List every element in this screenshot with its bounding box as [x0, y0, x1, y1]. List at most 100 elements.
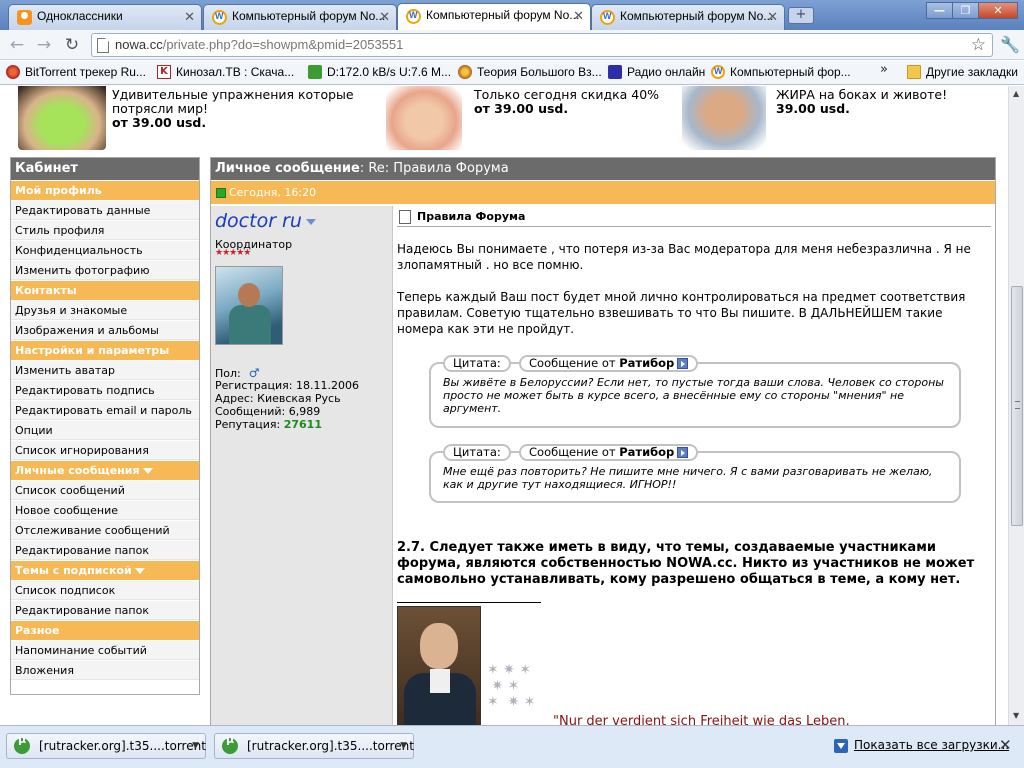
page-icon	[97, 38, 109, 53]
private-message: Личное сообщение: Re: Правила Форума Сег…	[210, 157, 996, 725]
scrollbar-thumb[interactable]	[1011, 286, 1023, 526]
author-reputation: Репутация: 27611	[215, 418, 322, 431]
bookmark-bittorrent[interactable]: BitTorrent трекер Ru...	[6, 64, 146, 80]
scroll-up-arrow-icon[interactable]: ▲	[1013, 89, 1019, 98]
url-path: /private.php?do=showpm&pmid=2053551	[162, 37, 404, 52]
other-bookmarks[interactable]: Другие закладки	[907, 64, 1018, 80]
scroll-down-arrow-icon[interactable]: ▼	[1013, 711, 1019, 720]
quote-from-prefix: Сообщение от	[529, 445, 616, 459]
download-item[interactable]: [rutracker.org].t35....torrent ▼	[6, 733, 206, 759]
sidebar-item-attachments[interactable]: Вложения	[11, 660, 199, 680]
minimize-button[interactable]: —	[926, 2, 953, 19]
ad-block-3[interactable]: ЖИРА на боках и животе! 39.00 usd.	[776, 88, 976, 152]
download-item[interactable]: [rutracker.org].t35....torrent ▼	[214, 733, 414, 759]
sidebar-item-privacy[interactable]: Конфиденциальность	[11, 240, 199, 260]
ad-image-3[interactable]	[682, 86, 766, 150]
vertical-scrollbar[interactable]: ▲ ▼	[1008, 86, 1024, 725]
bookmark-tbbt[interactable]: Теория Большого Вз...	[458, 64, 602, 80]
bookmark-label: Компьютерный фор...	[730, 65, 851, 79]
tab-close-icon[interactable]: ✕	[573, 5, 584, 27]
bookmark-kinozal[interactable]: K Кинозал.ТВ : Скача...	[157, 64, 294, 80]
document-icon	[399, 210, 411, 224]
sidebar-section-subscriptions[interactable]: Темы с подпиской	[11, 560, 199, 580]
sidebar-item-subscription-list[interactable]: Список подписок	[11, 580, 199, 600]
chevron-down-icon[interactable]: ▼	[192, 734, 199, 758]
quote-label: Цитата:	[443, 355, 511, 372]
section-label: Настройки и параметры	[15, 344, 170, 357]
sidebar-item-edit-data[interactable]: Редактировать данные	[11, 200, 199, 220]
tab-forum-active[interactable]: Компьютерный форум No... ✕	[397, 3, 591, 31]
sidebar-item-friends[interactable]: Друзья и знакомые	[11, 300, 199, 320]
ad-block-2[interactable]: Только сегодня скидка 40% от 39.00 usd.	[474, 88, 674, 152]
reputation-value: 27611	[283, 418, 322, 431]
sidebar-section-pm[interactable]: Личные сообщения	[11, 460, 199, 480]
sidebar-item-new-message[interactable]: Новое сообщение	[11, 500, 199, 520]
sidebar-item-profile-style[interactable]: Стиль профиля	[11, 220, 199, 240]
author-name-text: doctor ru	[215, 210, 302, 232]
tab-forum-3[interactable]: Компьютерный форум No... ✕	[591, 4, 785, 30]
bookmarks-overflow-chevron-icon[interactable]: »	[880, 62, 888, 77]
maximize-button[interactable]: ❐	[952, 2, 979, 19]
collapse-triangle-icon[interactable]	[134, 568, 145, 574]
author-name[interactable]: doctor ru	[215, 210, 316, 232]
back-arrow-icon[interactable]: ←	[6, 35, 28, 55]
collapse-triangle-icon[interactable]	[142, 468, 153, 474]
sidebar-section-settings[interactable]: Настройки и параметры	[11, 340, 199, 360]
bookmark-utorrent[interactable]: D:172.0 kB/s U:7.6 M...	[308, 64, 451, 80]
reload-icon[interactable]: ↻	[61, 35, 83, 55]
view-post-arrow-icon[interactable]	[677, 447, 689, 458]
tab-forum-1[interactable]: Компьютерный форум No... ✕	[203, 4, 397, 30]
user-menu-triangle-icon[interactable]	[305, 218, 316, 225]
author-avatar	[215, 266, 283, 345]
sidebar-item-options[interactable]: Опции	[11, 420, 199, 440]
show-all-downloads-link[interactable]: Показать все загрузки...	[834, 738, 1009, 753]
sidebar-item-edit-folders[interactable]: Редактирование папок	[11, 540, 199, 560]
sidebar-item-edit-signature[interactable]: Редактировать подпись	[11, 380, 199, 400]
sidebar-section-contacts[interactable]: Контакты	[11, 280, 199, 300]
forward-arrow-icon[interactable]: →	[33, 35, 55, 55]
ad-price: от 39.00 usd.	[474, 101, 569, 116]
sidebar-item-ignore-list[interactable]: Список игнорирования	[11, 440, 199, 460]
view-post-arrow-icon[interactable]	[677, 358, 689, 369]
chevron-down-icon[interactable]: ▼	[400, 734, 407, 758]
sidebar-item-edit-email[interactable]: Редактировать email и пароль	[11, 400, 199, 420]
sidebar-item-albums[interactable]: Изображения и альбомы	[11, 320, 199, 340]
kinozal-icon: K	[157, 65, 171, 79]
ad-image-1[interactable]	[18, 86, 106, 150]
ad-block-1[interactable]: Удивительные упражнения которые потрясли…	[112, 88, 372, 152]
tab-close-icon[interactable]: ✕	[379, 6, 390, 28]
bookmark-star-icon[interactable]: ☆	[971, 35, 986, 55]
close-downloads-bar-icon[interactable]: ✕	[999, 736, 1012, 754]
sidebar-item-change-photo[interactable]: Изменить фотографию	[11, 260, 199, 280]
section-label: Темы с подпиской	[15, 564, 132, 577]
bookmarks-bar: BitTorrent трекер Ru... K Кинозал.ТВ : С…	[0, 61, 1024, 85]
sidebar-item-track-messages[interactable]: Отслеживание сообщений	[11, 520, 199, 540]
sidebar-item-edit-sub-folders[interactable]: Редактирование папок	[11, 600, 199, 620]
tab-close-icon[interactable]: ✕	[767, 6, 778, 28]
odnoklassniki-icon	[17, 10, 32, 25]
bookmark-forum[interactable]: Компьютерный фор...	[711, 64, 851, 80]
bittorrent-icon	[6, 65, 20, 79]
quote-text: Вы живёте в Белоруссии? Если нет, то пус…	[443, 376, 944, 415]
wrench-icon[interactable]: 🔧	[1000, 35, 1020, 54]
sidebar-section-misc[interactable]: Разное	[11, 620, 199, 640]
ad-image-2[interactable]	[386, 86, 462, 150]
sidebar-item-message-list[interactable]: Список сообщений	[11, 480, 199, 500]
sidebar-section-profile[interactable]: Мой профиль	[11, 180, 199, 200]
download-icon	[834, 739, 848, 753]
author-gender: Пол: ♂	[215, 366, 260, 380]
sidebar-item-change-avatar[interactable]: Изменить аватар	[11, 360, 199, 380]
tab-close-icon[interactable]: ✕	[184, 6, 195, 28]
section-label: Контакты	[15, 284, 77, 297]
new-tab-button[interactable]: +	[788, 7, 814, 24]
bookmark-label: Радио онлайн	[627, 65, 706, 79]
address-bar[interactable]: nowa.cc/private.php?do=showpm&pmid=20535…	[91, 33, 993, 57]
bookmark-radio[interactable]: Радио онлайн	[608, 64, 705, 80]
ad-text: Удивительные упражнения которые	[112, 87, 354, 102]
sidebar-item-event-reminders[interactable]: Напоминание событий	[11, 640, 199, 660]
tab-odnoklassniki[interactable]: Одноклассники ✕	[8, 4, 202, 30]
close-window-button[interactable]: ✕	[978, 2, 1018, 19]
download-filename: [rutracker.org].t35....torrent	[39, 739, 206, 753]
male-icon: ♂	[248, 366, 260, 380]
bookmark-label: Кинозал.ТВ : Скача...	[176, 65, 295, 79]
